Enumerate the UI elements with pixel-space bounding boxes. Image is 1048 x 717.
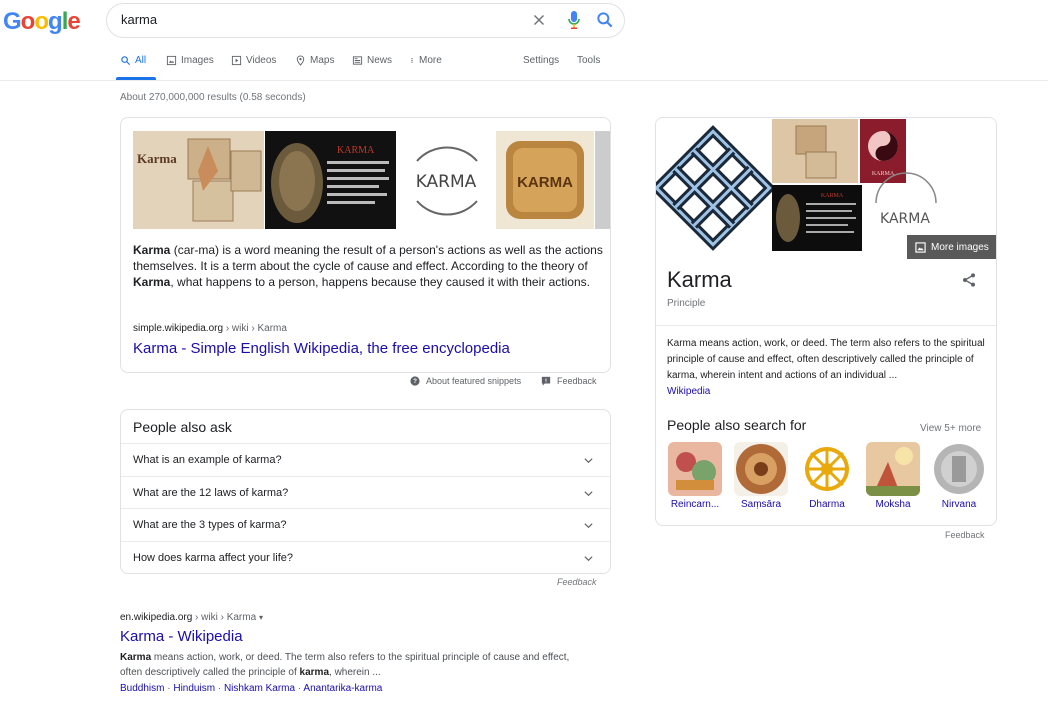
samsara-image <box>734 442 788 496</box>
tab-maps[interactable]: Maps <box>295 55 334 66</box>
karma-stamp-image: KARMA <box>496 131 594 229</box>
snippet-cite: simple.wikipedia.org › wiki › Karma <box>133 323 287 334</box>
kp-source-link[interactable]: Wikipedia <box>667 386 710 397</box>
pasf-item-dharma[interactable]: Dharma <box>798 442 856 510</box>
video-icon <box>231 55 242 66</box>
snippet-image-row: Karma KARMA KARMA KARMA <box>133 131 610 229</box>
wiki-cite: en.wikipedia.org › wiki › Karma ▾ <box>120 612 263 623</box>
kp-divider <box>656 325 996 326</box>
tab-more[interactable]: More <box>409 55 442 66</box>
wiki-result-link[interactable]: Karma - Wikipedia <box>120 628 243 645</box>
sitelink-nishkam-karma[interactable]: Nishkam Karma <box>224 683 295 694</box>
google-logo[interactable]: Google <box>3 8 81 36</box>
snippet-feedback[interactable]: Feedback <box>541 376 597 386</box>
search-tabs: All Images Videos Maps News More Setting… <box>0 48 1048 81</box>
result-stats: About 270,000,000 results (0.58 seconds) <box>120 92 306 103</box>
svg-text:KARMA: KARMA <box>416 172 477 192</box>
tab-all[interactable]: All <box>120 55 146 66</box>
paa-question[interactable]: How does karma affect your life? <box>121 541 610 574</box>
paa-question[interactable]: What are the 3 types of karma? <box>121 508 610 541</box>
kp-image-grid: KARMA KARMA KARMA More images <box>656 118 996 259</box>
sitelink-anantarika-karma[interactable]: Anantarika-karma <box>303 683 382 694</box>
snippet-result-link[interactable]: Karma - Simple English Wikipedia, the fr… <box>133 340 510 357</box>
active-tab-indicator <box>116 77 156 80</box>
dharma-wheel-image <box>800 442 854 496</box>
tab-videos[interactable]: Videos <box>231 55 276 66</box>
search-box[interactable]: karma <box>106 3 625 38</box>
news-icon <box>352 56 363 65</box>
karma-cycle-image: KARMA <box>397 131 495 229</box>
featured-snippet: Karma KARMA KARMA KARMA Karma (car-ma) i… <box>120 117 611 373</box>
kp-feedback[interactable]: Feedback <box>945 530 985 540</box>
sitelink-hinduism[interactable]: Hinduism <box>173 683 215 694</box>
snippet-image[interactable]: KARMA <box>496 131 594 229</box>
view-more-link[interactable]: View 5+ more <box>920 423 981 434</box>
chevron-down-icon <box>584 458 593 464</box>
wiki-description: Karma means action, work, or deed. The t… <box>120 652 570 678</box>
chevron-down-icon <box>584 523 593 529</box>
nirvana-image <box>932 442 986 496</box>
chevron-down-icon <box>584 491 593 497</box>
svg-text:Karma: Karma <box>137 151 177 166</box>
map-pin-icon <box>296 55 305 66</box>
svg-text:KARMA: KARMA <box>821 193 844 199</box>
mic-icon[interactable] <box>567 10 581 30</box>
paa-title: People also ask <box>133 419 232 435</box>
sitelink-buddhism[interactable]: Buddhism <box>120 683 164 694</box>
svg-text:?: ? <box>413 378 417 385</box>
tab-settings[interactable]: Settings <box>523 55 559 66</box>
snippet-text: Karma (car-ma) is a word meaning the res… <box>133 243 603 289</box>
snippet-image[interactable]: KARMA <box>265 131 396 229</box>
people-also-search-title: People also search for <box>667 417 807 433</box>
tab-tools[interactable]: Tools <box>577 55 600 66</box>
tab-news[interactable]: News <box>352 55 392 66</box>
svg-text:KARMA: KARMA <box>337 145 375 156</box>
pasf-item-nirvana[interactable]: Nirvana <box>930 442 988 510</box>
buddha-quote-image: KARMA <box>265 131 396 229</box>
snippet-image[interactable]: Karma <box>133 131 264 229</box>
paa-feedback[interactable]: Feedback <box>557 577 597 587</box>
pasf-item-reincarnation[interactable]: Reincarn... <box>666 442 724 510</box>
pasf-item-samsara[interactable]: Saṃsāra <box>732 442 790 510</box>
kp-title: Karma <box>667 267 732 292</box>
help-icon: ? <box>410 376 420 386</box>
search-icon <box>121 56 131 66</box>
about-featured-snippets[interactable]: ? About featured snippets <box>410 376 521 386</box>
svg-text:KARMA: KARMA <box>517 174 573 191</box>
image-icon <box>166 55 177 66</box>
tab-images[interactable]: Images <box>166 55 214 66</box>
snippet-image[interactable] <box>595 131 610 229</box>
share-icon[interactable] <box>961 272 977 288</box>
search-icon[interactable] <box>595 10 615 30</box>
paa-question[interactable]: What are the 12 laws of karma? <box>121 476 610 509</box>
feedback-icon <box>541 376 551 386</box>
pasf-item-moksha[interactable]: Moksha <box>864 442 922 510</box>
svg-text:KARMA: KARMA <box>880 211 930 227</box>
image-icon <box>915 241 926 253</box>
kp-subtitle: Principle <box>667 298 706 309</box>
moksha-image <box>866 442 920 496</box>
reincarnation-image <box>668 442 722 496</box>
chevron-down-icon <box>584 556 593 562</box>
puzzle-hands-image: Karma <box>133 131 264 229</box>
paa-question[interactable]: What is an example of karma? <box>121 443 610 476</box>
more-images-button[interactable]: More images <box>907 235 996 259</box>
knowledge-panel: KARMA KARMA KARMA More images Karma Prin… <box>655 117 997 526</box>
more-vertical-icon <box>411 58 413 63</box>
people-also-ask: People also ask What is an example of ka… <box>120 409 611 574</box>
kp-description: Karma means action, work, or deed. The t… <box>667 338 985 397</box>
search-input[interactable]: karma <box>121 12 157 27</box>
caret-down-icon[interactable]: ▾ <box>259 613 263 622</box>
snippet-image[interactable]: KARMA <box>397 131 495 229</box>
clear-icon[interactable] <box>530 11 548 29</box>
wiki-sitelinks: Buddhism · Hinduism · Nishkam Karma · An… <box>120 683 383 694</box>
